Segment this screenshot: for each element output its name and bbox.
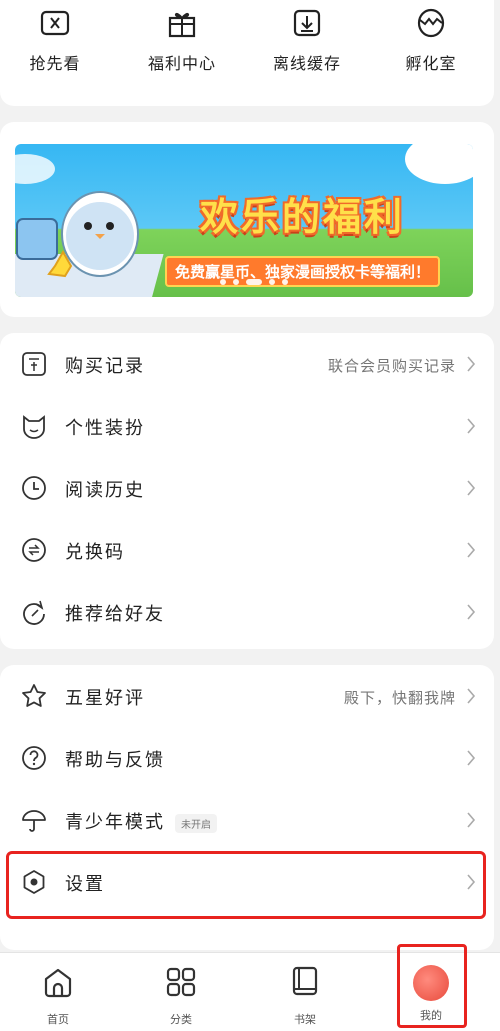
- quick-action-label: 孵化室: [405, 54, 457, 73]
- menu-item-purchase-records[interactable]: 购买记录 联合会员购买记录: [0, 333, 494, 395]
- quick-action-preview[interactable]: 抢先看: [0, 6, 110, 74]
- chevron-right-icon: [467, 812, 476, 828]
- menu-item-label: 兑换码: [65, 542, 125, 563]
- menu-item-personal-dress[interactable]: 个性装扮: [0, 395, 494, 457]
- nav-tab-home[interactable]: 首页: [13, 965, 103, 1027]
- clock-icon: [22, 476, 46, 500]
- menu-item-teen-mode[interactable]: 青少年模式 未开启: [0, 789, 494, 851]
- menu-item-label: 个性装扮: [65, 418, 145, 439]
- cloud-decoration: [405, 144, 473, 184]
- quick-action-offline-cache[interactable]: 离线缓存: [252, 6, 362, 74]
- banner-card: 欢乐的福利 免费赢星币、独家漫画授权卡等福利！: [0, 122, 494, 317]
- menu-item-recommend-friends[interactable]: 推荐给好友: [0, 581, 494, 643]
- quick-action-label: 抢先看: [29, 54, 81, 73]
- nav-tab-label: 分类: [170, 1013, 192, 1026]
- quick-action-label: 离线缓存: [272, 54, 341, 73]
- question-icon: [22, 746, 46, 770]
- download-icon: [293, 9, 321, 37]
- receipt-icon: [22, 352, 46, 376]
- menu-item-label: 五星好评: [65, 688, 145, 709]
- gift-icon: [168, 12, 196, 38]
- nav-tab-bookshelf[interactable]: 书架: [260, 965, 350, 1027]
- nav-tab-category[interactable]: 分类: [136, 965, 226, 1027]
- grid-icon: [166, 967, 196, 997]
- cat-face-icon: [23, 415, 45, 439]
- quick-actions-card: 抢先看 福利中心 离线缓存 孵化室: [0, 0, 494, 106]
- settings-highlight-box: [6, 851, 486, 919]
- menu-item-label: 青少年模式 未开启: [65, 808, 217, 834]
- nav-tab-label: 首页: [47, 1013, 69, 1026]
- share-icon: [23, 600, 45, 625]
- chevron-right-icon: [467, 418, 476, 434]
- quick-action-incubator[interactable]: 孵化室: [376, 6, 486, 74]
- egg-icon: [417, 8, 445, 38]
- carousel-dots: [220, 279, 288, 285]
- carousel-dot[interactable]: [269, 279, 275, 285]
- carousel-dot-active[interactable]: [246, 279, 262, 285]
- carousel-dot[interactable]: [220, 279, 226, 285]
- umbrella-icon: [22, 810, 46, 832]
- nav-tab-label: 书架: [294, 1013, 316, 1026]
- menu-item-label: 购买记录: [65, 356, 145, 377]
- review-prompt-text: 殿下，快翻我牌: [343, 689, 456, 707]
- carousel-dot[interactable]: [233, 279, 239, 285]
- menu-item-label: 阅读历史: [65, 480, 145, 501]
- menu-item-reading-history[interactable]: 阅读历史: [0, 457, 494, 519]
- chevron-right-icon: [467, 480, 476, 496]
- chevron-right-icon: [467, 542, 476, 558]
- quick-action-label: 福利中心: [147, 54, 216, 73]
- exchange-icon: [22, 538, 46, 562]
- menu-item-help-feedback[interactable]: 帮助与反馈: [0, 727, 494, 789]
- star-icon: [22, 684, 46, 707]
- penguin-mascot-illustration: [15, 191, 164, 297]
- teen-mode-status-badge: 未开启: [175, 813, 217, 833]
- menu-item-label: 推荐给好友: [65, 604, 165, 625]
- chevron-right-icon: [467, 750, 476, 766]
- mine-tab-highlight-box: [397, 944, 467, 1028]
- quick-action-welfare[interactable]: 福利中心: [127, 6, 237, 74]
- carousel-dot[interactable]: [282, 279, 288, 285]
- teen-mode-label: 青少年模式: [65, 812, 165, 833]
- chevron-right-icon: [467, 356, 476, 372]
- menu-group-account: 购买记录 联合会员购买记录 个性装扮 阅读历史 兑换码 推荐给好友: [0, 333, 494, 649]
- banner-subtitle: 免费赢星币、独家漫画授权卡等福利！: [165, 256, 441, 287]
- chevron-right-icon: [467, 688, 476, 704]
- menu-item-label: 帮助与反馈: [65, 750, 165, 771]
- ticket-icon: [40, 10, 70, 36]
- chevron-right-icon: [467, 604, 476, 620]
- menu-item-redeem-code[interactable]: 兑换码: [0, 519, 494, 581]
- banner-title: 欢乐的福利: [200, 194, 406, 239]
- home-icon: [44, 968, 72, 998]
- joint-member-purchase-link[interactable]: 联合会员购买记录: [328, 355, 456, 376]
- promo-banner[interactable]: 欢乐的福利 免费赢星币、独家漫画授权卡等福利！: [15, 144, 473, 297]
- book-icon: [292, 966, 318, 996]
- menu-item-five-star-review[interactable]: 五星好评 殿下，快翻我牌: [0, 665, 494, 727]
